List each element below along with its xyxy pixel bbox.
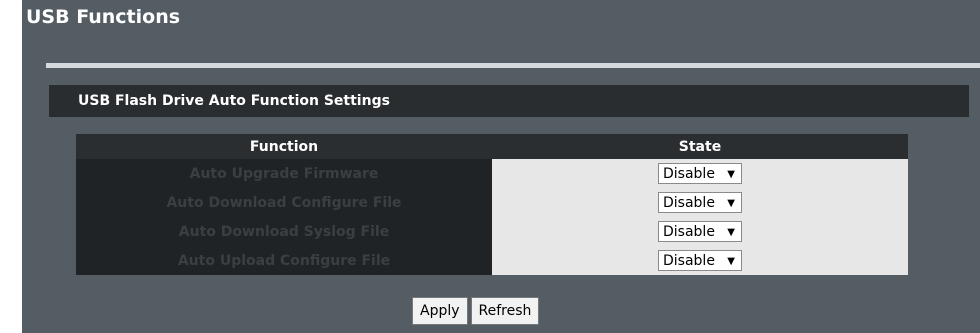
state-cell: Disable ▼: [492, 217, 908, 246]
chevron-down-icon: ▼: [727, 256, 735, 267]
state-cell: Disable ▼: [492, 188, 908, 217]
function-label: Auto Upload Configure File: [76, 246, 492, 275]
state-select-value: Disable: [663, 224, 715, 240]
state-select[interactable]: Disable ▼: [658, 250, 742, 271]
state-select-value: Disable: [663, 195, 715, 211]
chevron-down-icon: ▼: [727, 227, 735, 238]
state-select[interactable]: Disable ▼: [658, 221, 742, 242]
column-header-state: State: [492, 134, 908, 159]
section-header: USB Flash Drive Auto Function Settings: [49, 85, 969, 117]
state-select[interactable]: Disable ▼: [658, 192, 742, 213]
chevron-down-icon: ▼: [727, 169, 735, 180]
action-buttons: Apply Refresh: [412, 297, 542, 325]
table-row: Auto Download Syslog File Disable ▼: [76, 217, 908, 246]
state-cell: Disable ▼: [492, 159, 908, 188]
state-select[interactable]: Disable ▼: [658, 163, 742, 184]
function-label: Auto Upgrade Firmware: [76, 159, 492, 188]
usb-functions-table: Function State Auto Upgrade Firmware Dis…: [76, 134, 908, 275]
apply-button[interactable]: Apply: [412, 297, 468, 325]
function-label: Auto Download Configure File: [76, 188, 492, 217]
table-header-row: Function State: [76, 134, 908, 159]
state-select-value: Disable: [663, 253, 715, 269]
divider: [46, 63, 980, 68]
page-title: USB Functions: [26, 6, 181, 28]
table-row: Auto Upgrade Firmware Disable ▼: [76, 159, 908, 188]
column-header-function: Function: [76, 134, 492, 159]
state-cell: Disable ▼: [492, 246, 908, 275]
state-select-value: Disable: [663, 166, 715, 182]
function-label: Auto Download Syslog File: [76, 217, 492, 246]
table-row: Auto Download Configure File Disable ▼: [76, 188, 908, 217]
table-row: Auto Upload Configure File Disable ▼: [76, 246, 908, 275]
chevron-down-icon: ▼: [727, 198, 735, 209]
refresh-button[interactable]: Refresh: [470, 297, 540, 325]
